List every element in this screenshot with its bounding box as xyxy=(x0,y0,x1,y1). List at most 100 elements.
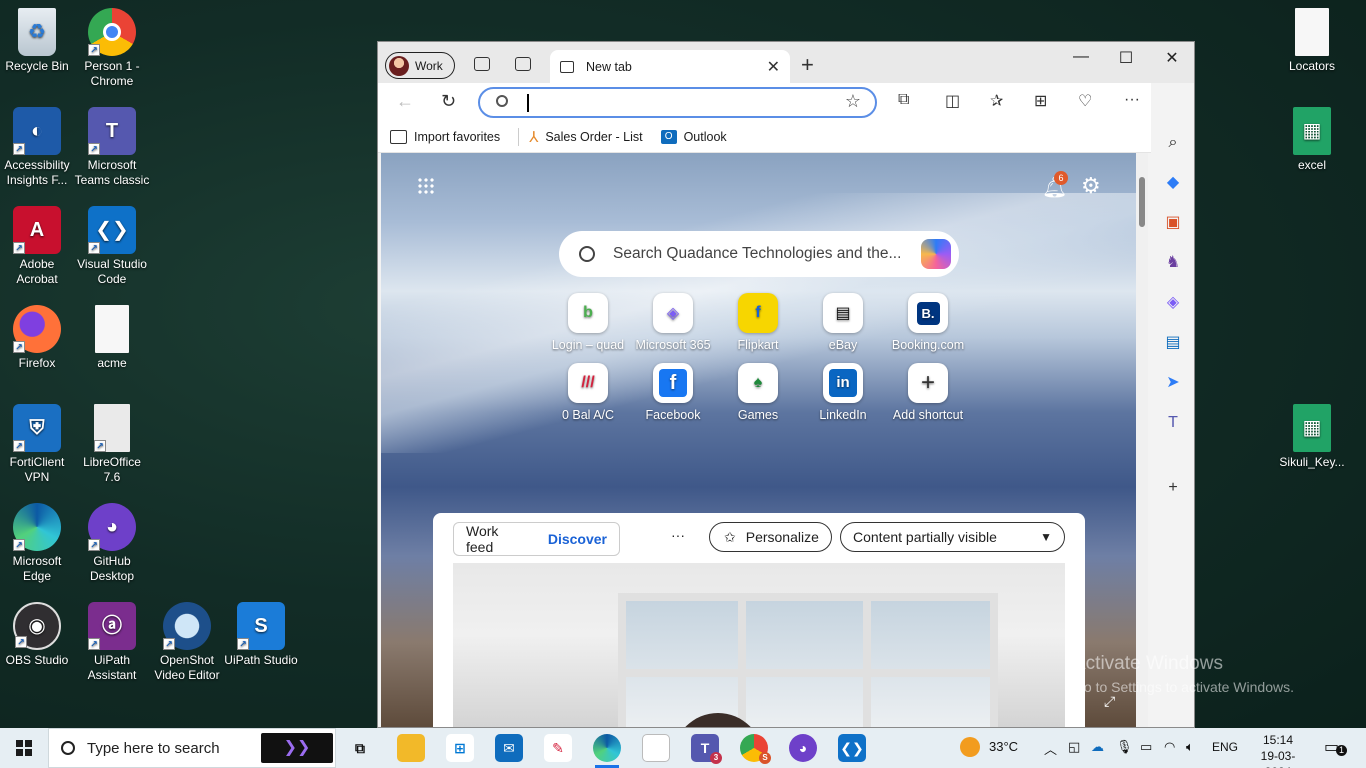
desktop-icon-uipath-studio[interactable]: S ↗ UiPath Studio xyxy=(223,602,299,668)
chrome-taskbar-icon[interactable]: S xyxy=(740,734,771,764)
minimize-button[interactable]: — xyxy=(1058,48,1104,66)
refresh-button[interactable]: ↻ xyxy=(441,91,456,112)
weather-temperature[interactable]: 33°C xyxy=(989,739,1018,754)
drop-send-icon[interactable]: ➤ xyxy=(1163,373,1183,393)
desktop-icon-obs[interactable]: ◉ ↗ OBS Studio xyxy=(0,602,75,668)
shortcut-0-bal-ac[interactable]: /// 0 Bal A/C xyxy=(545,363,631,422)
desktop-icon-firefox[interactable]: ↗ Firefox xyxy=(0,305,75,371)
document-icon[interactable] xyxy=(642,734,670,762)
shortcut-flipkart[interactable]: f Flipkart xyxy=(715,293,801,352)
desktop-icon-recycle-bin[interactable]: ♻ Recycle Bin xyxy=(0,8,75,74)
taskbar-search-box[interactable]: Type here to search ❯❯ xyxy=(48,728,336,768)
vscode-taskbar-icon[interactable]: ❮❯ xyxy=(838,734,866,762)
desktop-icon-edge[interactable]: ↗ Microsoft Edge xyxy=(0,503,75,584)
maximize-button[interactable]: ☐ xyxy=(1103,48,1149,68)
expand-icon[interactable]: ⤢ xyxy=(1104,693,1115,710)
system-clock[interactable]: 15:14 19-03-2024 xyxy=(1250,732,1306,768)
desktop-icon-forticlient[interactable]: ⛨ ↗ FortiClient VPN xyxy=(0,404,75,485)
tab-actions-icon[interactable] xyxy=(515,57,531,71)
page-settings-gear-icon[interactable]: ⚙ xyxy=(1081,173,1101,199)
outlook-icon[interactable]: ▤ xyxy=(1163,333,1183,353)
scrollbar-thumb[interactable] xyxy=(1139,177,1145,227)
onedrive-icon[interactable]: ☁ xyxy=(1091,739,1104,755)
extensions-icon[interactable]: ⧉ xyxy=(898,91,909,109)
tools-icon[interactable]: ▣ xyxy=(1163,213,1183,233)
shortcut-login-quad[interactable]: b Login – quad xyxy=(545,293,631,352)
mail-icon[interactable]: ✉ xyxy=(495,734,523,762)
microphone-icon[interactable]: 🎙︎ xyxy=(1116,739,1133,755)
shortcut-booking[interactable]: B. Booking.com xyxy=(885,293,971,352)
collections-icon[interactable]: ⊞ xyxy=(1034,91,1047,111)
workspaces-icon[interactable] xyxy=(474,57,490,71)
teams-icon[interactable]: T xyxy=(1163,413,1183,433)
desktop-icon-uipath-assistant[interactable]: ⓐ ↗ UiPath Assistant xyxy=(74,602,150,683)
shortcut-add[interactable]: + Add shortcut xyxy=(885,363,971,422)
microsoft-365-icon[interactable]: ◈ xyxy=(1163,293,1183,313)
content-visibility-dropdown[interactable]: Content partially visible ▼ xyxy=(840,522,1065,552)
profile-button[interactable]: Work xyxy=(385,52,455,79)
github-desktop-taskbar-icon[interactable]: ◕ xyxy=(789,734,817,762)
shopping-tag-icon[interactable]: ◆ xyxy=(1163,173,1183,193)
favorite-import[interactable]: Import favorites xyxy=(390,129,500,144)
shortcut-microsoft-365[interactable]: ◈ Microsoft 365 xyxy=(630,293,716,352)
address-bar[interactable]: ☆ xyxy=(478,87,877,118)
shortcut-ebay[interactable]: ▤ eBay xyxy=(800,293,886,352)
show-hidden-icons-chevron-icon[interactable]: ︿ xyxy=(1044,739,1057,758)
tab-work-feed[interactable]: Work feed xyxy=(454,523,536,555)
settings-more-icon[interactable]: ··· xyxy=(1124,91,1140,109)
notification-center-icon[interactable]: ▭ 1 xyxy=(1324,737,1347,757)
desktop-icon-teams[interactable]: T ↗ Microsoft Teams classic xyxy=(74,107,150,188)
games-chess-icon[interactable]: ♞ xyxy=(1163,253,1183,273)
tab-new-tab[interactable]: New tab ✕ xyxy=(550,50,790,83)
search-icon[interactable]: ⌕ xyxy=(1163,133,1183,153)
desktop-icon-accessibility-insights[interactable]: ◐ ↗ Accessibility Insights F... xyxy=(0,107,75,188)
personalize-button[interactable]: ✩ Personalize xyxy=(709,522,832,552)
weather-icon[interactable] xyxy=(960,737,980,757)
favorite-outlook[interactable]: O Outlook xyxy=(660,129,727,144)
shortcut-facebook[interactable]: f Facebook xyxy=(630,363,716,422)
desktop-icon-acrobat[interactable]: A ↗ Adobe Acrobat xyxy=(0,206,75,287)
favorites-icon[interactable]: ✰ xyxy=(990,91,1003,111)
desktop-icon-github-desktop[interactable]: ◕ ↗ GitHub Desktop xyxy=(74,503,150,584)
shortcut-games[interactable]: ♠ Games xyxy=(715,363,801,422)
copilot-icon[interactable] xyxy=(921,239,951,269)
app-launcher-icon[interactable] xyxy=(417,177,435,195)
wifi-icon[interactable]: ◠ xyxy=(1164,739,1175,755)
file-explorer-icon[interactable] xyxy=(397,734,425,762)
edge-taskbar-icon[interactable] xyxy=(593,734,621,768)
close-tab-icon[interactable]: ✕ xyxy=(767,57,780,77)
page-scrollbar[interactable] xyxy=(1136,153,1148,727)
input-language[interactable]: ENG xyxy=(1212,740,1238,754)
desktop-icon-locators[interactable]: Locators xyxy=(1274,8,1350,74)
web-search-box[interactable]: Search Quadance Technologies and the... xyxy=(559,231,959,277)
microsoft-store-icon[interactable]: ⊞ xyxy=(446,734,474,762)
battery-icon[interactable]: ▭ xyxy=(1140,739,1152,755)
desktop-icon-libreoffice[interactable]: ↗ LibreOffice 7.6 xyxy=(74,404,150,485)
feed-card-image[interactable] xyxy=(453,563,1065,727)
desktop-icon-acme[interactable]: acme xyxy=(74,305,150,371)
close-window-button[interactable]: ✕ xyxy=(1149,48,1194,68)
add-sidebar-app-icon[interactable]: + xyxy=(1163,478,1183,498)
back-button[interactable]: ← xyxy=(396,91,414,112)
teams-taskbar-icon[interactable]: T 3 xyxy=(691,734,722,764)
browser-essentials-icon[interactable]: ♡ xyxy=(1078,91,1092,111)
meet-now-icon[interactable]: ◱ xyxy=(1068,739,1080,755)
desktop-icon-openshot[interactable]: ↗ OpenShot Video Editor xyxy=(149,602,225,683)
split-screen-icon[interactable]: ◫ xyxy=(945,91,960,111)
desktop-icon-chrome[interactable]: ↗ Person 1 - Chrome xyxy=(74,8,150,89)
notifications-bell-icon[interactable]: 🔔︎ 6 xyxy=(1042,171,1068,200)
desktop-icon-sikuli[interactable]: ▦ Sikuli_Key... xyxy=(1274,404,1350,470)
new-tab-button[interactable]: + xyxy=(801,52,814,78)
desktop-icon-excel[interactable]: ▦ excel xyxy=(1274,107,1350,173)
volume-icon[interactable]: 🔈︎ xyxy=(1186,739,1194,755)
feed-more-button[interactable]: ··· xyxy=(671,527,685,543)
favorite-sales-order[interactable]: ⅄ Sales Order - List xyxy=(518,127,643,146)
task-view-icon[interactable]: ⧉ xyxy=(346,734,374,762)
start-button[interactable] xyxy=(0,728,48,768)
shortcut-linkedin[interactable]: in LinkedIn xyxy=(800,363,886,422)
desktop-icon-vscode[interactable]: ❮❯ ↗ Visual Studio Code xyxy=(74,206,150,287)
search-highlight-icon[interactable]: ❯❯ xyxy=(261,733,333,763)
paint-icon[interactable]: ✎ xyxy=(544,734,572,762)
favorite-star-icon[interactable]: ☆ xyxy=(845,91,861,112)
tab-discover[interactable]: Discover xyxy=(536,531,619,547)
